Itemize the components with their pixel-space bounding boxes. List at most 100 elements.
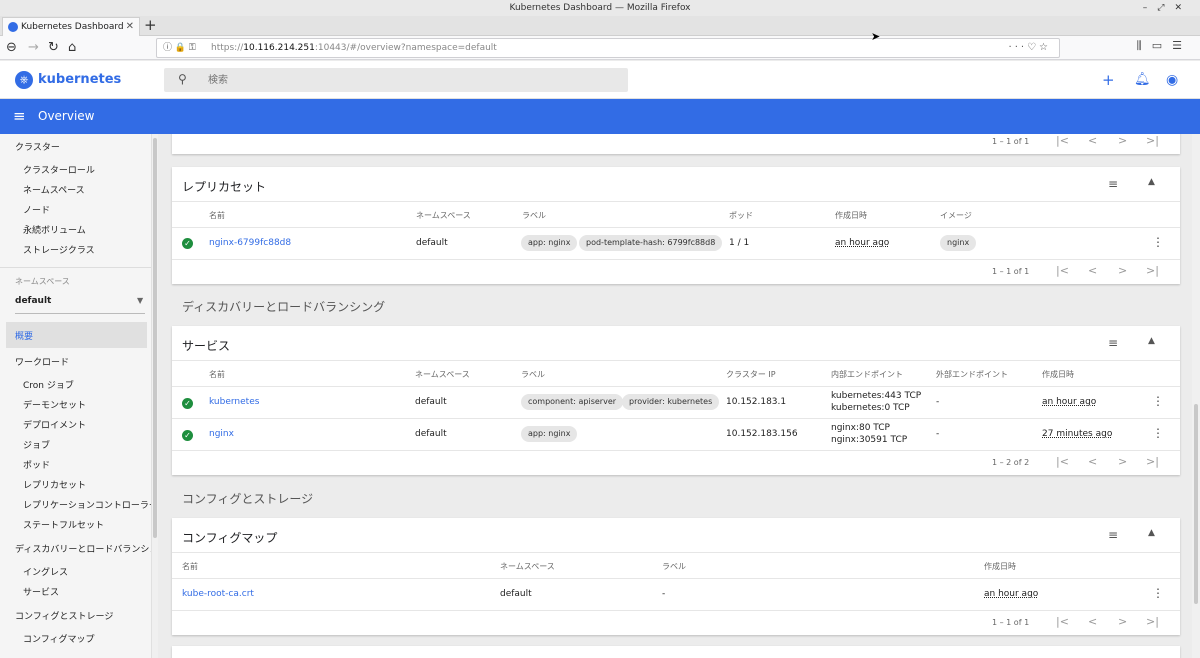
prev-page-icon[interactable]: <: [1088, 455, 1097, 468]
service-name-link[interactable]: kubernetes: [209, 397, 259, 408]
page-actions-icons[interactable]: ···♡☆: [1009, 39, 1051, 57]
create-plus-icon[interactable]: +: [1102, 70, 1115, 90]
col-namespace[interactable]: ネームスペース: [415, 369, 470, 380]
back-icon[interactable]: ⊖: [6, 39, 17, 57]
configmaps-card: コンフィグマップ ≡ ▲ 名前 ネームスペース ラベル 作成日時 kube-ro…: [172, 518, 1180, 635]
next-page-icon[interactable]: >: [1118, 455, 1127, 468]
col-namespace[interactable]: ネームスペース: [416, 210, 471, 221]
sidebar-item-pods[interactable]: ポッド: [23, 460, 50, 472]
filter-icon[interactable]: ≡: [1108, 177, 1118, 191]
sidebar-header-workloads[interactable]: ワークロード: [15, 357, 69, 369]
hamburger-menu-icon[interactable]: ≡: [13, 106, 26, 126]
kubernetes-logo-icon[interactable]: ⎈: [15, 71, 33, 89]
first-page-icon[interactable]: |<: [1056, 615, 1069, 628]
first-page-icon[interactable]: |<: [1056, 134, 1069, 147]
col-name[interactable]: 名前: [209, 369, 225, 380]
sidebar-scrollbar-thumb[interactable]: [153, 138, 157, 538]
sidebar-item-storage-classes[interactable]: ストレージクラス: [23, 245, 95, 257]
divider: [172, 610, 1180, 611]
sidebar-header-discovery[interactable]: ディスカバリーとロードバランシング: [15, 544, 151, 556]
sidebar-item-services[interactable]: サービス: [23, 587, 59, 599]
row-actions-menu-icon[interactable]: ⋮: [1152, 235, 1164, 249]
prev-page-icon[interactable]: <: [1088, 615, 1097, 628]
status-ok-icon: ✓: [182, 238, 193, 249]
sidebar-item-nodes[interactable]: ノード: [23, 205, 50, 217]
sidebar-item-ingresses[interactable]: イングレス: [23, 567, 68, 579]
next-page-icon[interactable]: >: [1118, 264, 1127, 277]
next-page-icon[interactable]: >: [1118, 134, 1127, 147]
sidebar-item-clusterroles[interactable]: クラスターロール: [23, 165, 95, 177]
collapse-icon[interactable]: ▲: [1148, 177, 1155, 187]
url-bar[interactable]: ⓘ 🔒 ⚿ https://10.116.214.251:10443/#/ove…: [156, 38, 1060, 58]
row-actions-menu-icon[interactable]: ⋮: [1152, 586, 1164, 600]
prev-page-icon[interactable]: <: [1088, 264, 1097, 277]
new-tab-icon[interactable]: +: [144, 16, 157, 35]
col-name[interactable]: 名前: [209, 210, 225, 221]
sidebar-header-config[interactable]: コンフィグとストレージ: [15, 611, 113, 623]
site-info-icons[interactable]: ⓘ 🔒 ⚿: [163, 39, 196, 57]
kubernetes-favicon-icon: [8, 22, 18, 32]
sidebar-item-configmaps[interactable]: コンフィグマップ: [23, 634, 95, 646]
namespace-select[interactable]: default: [15, 296, 51, 306]
reload-icon[interactable]: ↻: [48, 39, 59, 57]
notifications-bell-icon[interactable]: 🔔︎: [1134, 70, 1151, 90]
collapse-icon[interactable]: ▲: [1148, 528, 1155, 538]
library-sidebar-menu-icons[interactable]: ⫼▭☰: [1137, 39, 1192, 53]
col-labels: ラベル: [662, 562, 686, 571]
row-actions-menu-icon[interactable]: ⋮: [1152, 394, 1164, 408]
close-tab-icon[interactable]: ✕: [126, 18, 134, 36]
last-page-icon[interactable]: >|: [1146, 134, 1159, 147]
label-chip: app: nginx: [521, 235, 578, 251]
section-title-config: コンフィグとストレージ: [182, 492, 314, 506]
service-internal-endpoint: kubernetes:0 TCP: [831, 403, 910, 413]
sidebar-item-persistent-volumes[interactable]: 永続ボリューム: [23, 225, 86, 237]
search-box[interactable]: ⚲: [164, 68, 628, 92]
services-card: サービス ≡ ▲ 名前 ネームスペース ラベル クラスター IP 内部エンドポイ…: [172, 326, 1180, 475]
replicaset-name-link[interactable]: nginx-6799fc88d8: [209, 238, 291, 249]
prev-page-icon[interactable]: <: [1088, 134, 1097, 147]
collapse-icon[interactable]: ▲: [1148, 336, 1155, 346]
main-scrollbar[interactable]: [1192, 134, 1200, 658]
col-created[interactable]: 作成日時: [1042, 369, 1074, 380]
browser-tab[interactable]: Kubernetes Dashboard ✕: [2, 17, 140, 36]
home-icon[interactable]: ⌂: [68, 39, 76, 57]
first-page-icon[interactable]: |<: [1056, 455, 1069, 468]
configmap-name-link[interactable]: kube-root-ca.crt: [182, 589, 254, 600]
configmap-namespace: default: [500, 589, 532, 599]
last-page-icon[interactable]: >|: [1146, 264, 1159, 277]
last-page-icon[interactable]: >|: [1146, 455, 1159, 468]
next-page-icon[interactable]: >: [1118, 615, 1127, 628]
service-namespace: default: [415, 397, 447, 407]
col-created[interactable]: 作成日時: [835, 210, 867, 221]
label-chip: app: nginx: [521, 426, 578, 442]
search-input[interactable]: [208, 71, 608, 89]
col-created[interactable]: 作成日時: [984, 561, 1016, 572]
forward-icon[interactable]: →: [28, 39, 39, 57]
sidebar-item-replicasets[interactable]: レプリカセット: [23, 480, 86, 492]
chevron-down-icon[interactable]: ▼: [137, 296, 143, 305]
col-namespace[interactable]: ネームスペース: [500, 561, 555, 572]
sidebar-header-cluster[interactable]: クラスター: [15, 142, 60, 154]
sidebar-item-namespaces[interactable]: ネームスペース: [23, 185, 85, 197]
filter-icon[interactable]: ≡: [1108, 528, 1118, 542]
service-name-link[interactable]: nginx: [209, 429, 234, 440]
first-page-icon[interactable]: |<: [1056, 264, 1069, 277]
filter-icon[interactable]: ≡: [1108, 336, 1118, 350]
window-controls[interactable]: –⤢✕: [1143, 0, 1192, 16]
last-page-icon[interactable]: >|: [1146, 615, 1159, 628]
brand-name[interactable]: kubernetes: [38, 71, 121, 89]
sidebar: クラスター クラスターロール ネームスペース ノード 永続ボリューム ストレージ…: [0, 134, 152, 658]
sidebar-item-daemonsets[interactable]: デーモンセット: [23, 400, 86, 412]
sidebar-item-replication-controllers[interactable]: レプリケーションコントローラー: [23, 500, 151, 512]
sidebar-item-jobs[interactable]: ジョブ: [23, 440, 50, 452]
col-images: イメージ: [940, 211, 972, 220]
sidebar-item-statefulsets[interactable]: ステートフルセット: [23, 520, 104, 532]
sidebar-item-overview[interactable]: 概要: [6, 322, 147, 348]
url-host: 10.116.214.251: [243, 43, 315, 53]
col-name[interactable]: 名前: [182, 561, 198, 572]
row-actions-menu-icon[interactable]: ⋮: [1152, 426, 1164, 440]
sidebar-item-deployments[interactable]: デプロイメント: [23, 420, 86, 432]
main-scrollbar-thumb[interactable]: [1194, 404, 1198, 604]
sidebar-item-cronjobs[interactable]: Cron ジョブ: [23, 380, 74, 392]
account-icon[interactable]: ◉: [1166, 70, 1178, 90]
